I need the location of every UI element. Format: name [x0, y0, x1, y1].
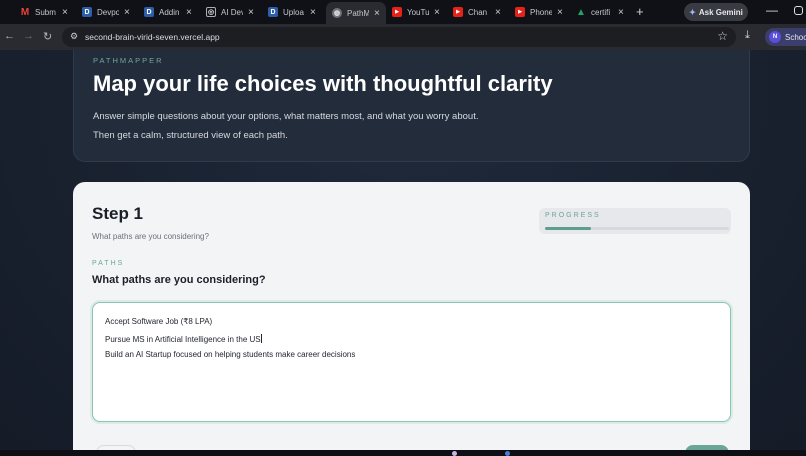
tab-gmail[interactable]: M Subm × [20, 3, 68, 21]
d-icon: D [144, 7, 154, 17]
close-icon[interactable]: × [495, 7, 501, 18]
tab-upload[interactable]: D Uploa × [268, 3, 316, 21]
hero-subtitle: Answer simple questions about your optio… [93, 111, 479, 122]
path-line-text: Pursue MS in Artificial Intelligence in … [105, 335, 261, 344]
step-title: Step 1 [92, 204, 144, 223]
tab-phone[interactable]: ▶ Phone × [515, 3, 563, 21]
step-subtitle: What paths are you considering? [92, 232, 209, 241]
close-icon[interactable]: × [310, 7, 316, 18]
d-icon: D [82, 7, 92, 17]
site-info-icon[interactable]: ⚙ [70, 31, 78, 42]
youtube-icon: ▶ [453, 7, 463, 17]
tab-title: PathM [347, 8, 369, 18]
tab-title: Uploa [283, 7, 304, 17]
path-line: Accept Software Job (₹8 LPA) [105, 317, 213, 326]
tab-pathmapper[interactable]: ◍ PathM × [326, 2, 386, 24]
ask-gemini-button[interactable]: ✦ Ask Gemini [684, 3, 748, 21]
page-title: Map your life choices with thoughtful cl… [93, 71, 553, 96]
tab-title: Chan [468, 7, 488, 17]
tab-strip: M Subm × D Devpo × D Addin × ◎ AI Dev × … [0, 0, 806, 24]
tab-title: Addin [159, 7, 180, 17]
hero-subtitle-2: Then get a calm, structured view of each… [93, 130, 288, 141]
close-icon[interactable]: × [124, 7, 130, 18]
close-icon[interactable]: × [434, 7, 440, 18]
tab-youtube[interactable]: ▶ YouTu × [392, 3, 440, 21]
forward-arrow-icon[interactable]: → [23, 30, 34, 42]
minimize-icon[interactable]: — [766, 3, 778, 17]
step-card: Step 1 What paths are you considering? P… [73, 182, 750, 450]
paths-textarea[interactable]: Accept Software Job (₹8 LPA) Pursue MS i… [92, 302, 731, 422]
reload-icon[interactable]: ↻ [43, 30, 52, 43]
progress-track [545, 227, 729, 230]
close-icon[interactable]: × [557, 7, 563, 18]
gmail-icon: M [20, 6, 30, 18]
close-icon[interactable]: × [186, 7, 192, 18]
close-icon[interactable]: × [62, 7, 68, 18]
tab-title: Phone [530, 7, 552, 17]
path-line: Build an AI Startup focused on helping s… [105, 350, 356, 359]
profile-chip[interactable]: N School [765, 28, 806, 46]
close-icon[interactable]: × [248, 7, 254, 18]
avatar: N [769, 31, 781, 43]
close-icon[interactable]: × [618, 7, 624, 18]
ask-gemini-label: Ask Gemini [698, 7, 743, 17]
youtube-icon: ▶ [515, 7, 525, 17]
address-bar[interactable]: ⚙ second-brain-virid-seven.vercel.app ☆ [62, 27, 736, 47]
youtube-icon: ▶ [392, 7, 402, 17]
taskbar-app-icon[interactable] [452, 451, 457, 456]
progress-label: PROGRESS [545, 212, 601, 219]
tab-ai-dev[interactable]: ◎ AI Dev × [206, 3, 254, 21]
bookmark-star-icon[interactable]: ☆ [717, 29, 728, 43]
maximize-icon[interactable] [794, 6, 803, 15]
page-viewport: PATHMAPPER Map your life choices with th… [0, 50, 806, 450]
back-arrow-icon[interactable]: ← [4, 30, 15, 42]
download-icon[interactable]: ⤓ [745, 29, 750, 42]
tab-title: Subm [35, 7, 56, 17]
taskbar-app-icon[interactable] [505, 451, 510, 456]
tab-adding[interactable]: D Addin × [144, 3, 192, 21]
tab-channel[interactable]: ▶ Chan × [453, 3, 501, 21]
app-eyebrow: PATHMAPPER [93, 56, 164, 65]
field-title: What paths are you considering? [92, 274, 266, 286]
progress-fill [545, 227, 591, 230]
os-taskbar [0, 450, 806, 456]
hero-card: PATHMAPPER Map your life choices with th… [73, 50, 750, 162]
tab-certificate[interactable]: ▲ certifi × [576, 3, 624, 21]
browser-toolbar: ← → ↻ ⚙ second-brain-virid-seven.vercel.… [0, 24, 806, 50]
url-text[interactable]: second-brain-virid-seven.vercel.app [85, 32, 220, 42]
profile-label: School [785, 32, 806, 42]
tab-title: YouTu [407, 7, 429, 17]
d-icon: D [268, 7, 278, 17]
path-line: Pursue MS in Artificial Intelligence in … [105, 334, 262, 344]
drive-icon: ▲ [576, 6, 586, 18]
progress-panel: PROGRESS [539, 208, 731, 234]
gemini-sparkle-icon: ✦ [689, 7, 696, 17]
new-tab-button[interactable]: + [636, 4, 644, 19]
field-eyebrow: PATHS [92, 260, 125, 267]
text-caret [260, 334, 262, 343]
tab-title: certifi [591, 7, 611, 17]
tab-devpost[interactable]: D Devpo × [82, 3, 130, 21]
ai-icon: ◎ [206, 7, 216, 17]
tab-title: AI Dev [221, 7, 243, 17]
tab-title: Devpo [97, 7, 119, 17]
close-icon[interactable]: × [374, 8, 380, 19]
globe-icon: ◍ [332, 8, 342, 18]
